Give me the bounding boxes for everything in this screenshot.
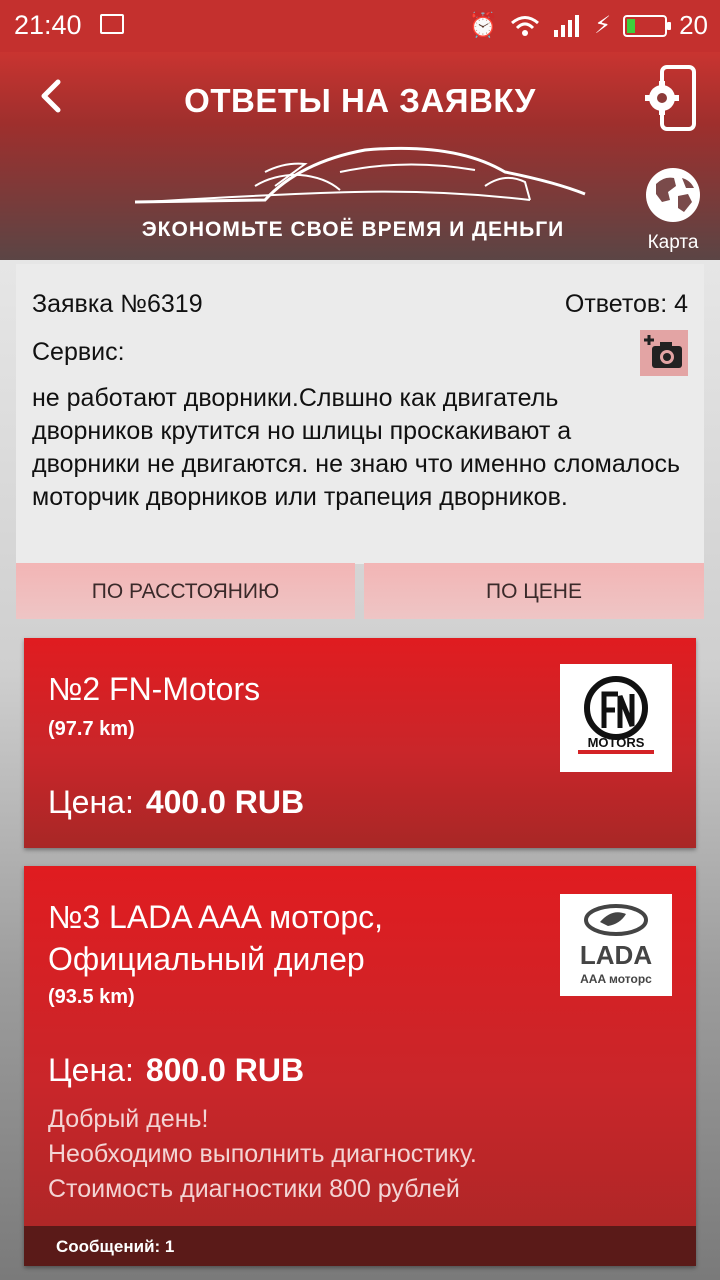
app-header: ОТВЕТЫ НА ЗАЯВКУ ЭКОНОМЬТЕ СВОЁ ВРЕМЯ И … (0, 52, 720, 260)
offer-distance: (93.5 km) (48, 986, 135, 1008)
lada-logo-text: LADA (580, 940, 652, 970)
sort-by-price-button[interactable]: ПО ЦЕНЕ (364, 563, 704, 619)
map-label[interactable]: Карта (638, 232, 708, 254)
status-bar: 21:40 ⏰ ⚡ 20 (0, 0, 720, 52)
status-time: 21:40 (14, 10, 82, 40)
map-button[interactable] (646, 168, 700, 222)
request-description: не работают дворники.Слвшно как двигател… (32, 384, 681, 511)
price-label: Цена: (48, 1052, 134, 1088)
lada-logo: LADA AAA моторс (560, 894, 672, 996)
offer-message: Добрый день! Необходимо выполнить диагно… (48, 1105, 477, 1203)
wifi-icon (511, 15, 540, 36)
charging-icon: ⚡ (594, 11, 612, 39)
status-icons: ⏰ ⚡ 20 (468, 10, 708, 41)
alarm-icon: ⏰ (468, 11, 499, 39)
offer-card[interactable]: №3 LADA AAA моторс, Официальный дилер (9… (24, 866, 696, 1266)
offer-price: 800.0 RUB (145, 1052, 305, 1088)
offer-distance: (97.7 km) (48, 718, 135, 740)
sort-by-distance-button[interactable]: ПО РАССТОЯНИЮ (16, 563, 355, 619)
service-label: Сервис: (32, 338, 125, 366)
battery-level: 20 (679, 10, 708, 40)
settings-button[interactable] (644, 64, 698, 132)
fn-logo-text: MOTORS (588, 735, 645, 750)
settings-phone-icon (645, 65, 696, 131)
offer-price-line: Цена: 800.0 RUB (48, 1052, 304, 1089)
request-number: Заявка №6319 (32, 290, 203, 318)
image-icon (100, 14, 124, 34)
car-logo (134, 146, 586, 204)
lada-logo-subtext: AAA моторс (580, 972, 652, 986)
signal-icon (554, 14, 580, 37)
offer-name: №3 LADA AAA моторс, Официальный дилер (48, 899, 383, 977)
battery-icon (623, 14, 672, 37)
offer-price-line: Цена: 400.0 RUB (48, 784, 304, 821)
page-title: ОТВЕТЫ НА ЗАЯВКУ (184, 82, 536, 119)
request-panel: Заявка №6319 Ответов: 4 Сервис: не работ… (16, 264, 704, 564)
add-photo-button[interactable] (640, 330, 688, 376)
offer-price: 400.0 RUB (145, 784, 305, 820)
price-label: Цена: (48, 784, 134, 820)
slogan: ЭКОНОМЬТЕ СВОЁ ВРЕМЯ И ДЕНЬГИ (141, 218, 565, 241)
offer-card[interactable]: №2 FN-Motors (97.7 km) Цена: 400.0 RUB MO… (24, 638, 696, 848)
offer-name: №2 FN-Motors (48, 671, 261, 707)
globe-icon (647, 169, 699, 221)
answers-count: Ответов: 4 (564, 290, 688, 318)
messages-footer[interactable]: Сообщений: 1 (24, 1226, 696, 1266)
fn-motors-logo: MOTORS (560, 664, 672, 772)
messages-count: Сообщений: 1 (56, 1237, 175, 1256)
add-photo-icon (644, 335, 682, 368)
